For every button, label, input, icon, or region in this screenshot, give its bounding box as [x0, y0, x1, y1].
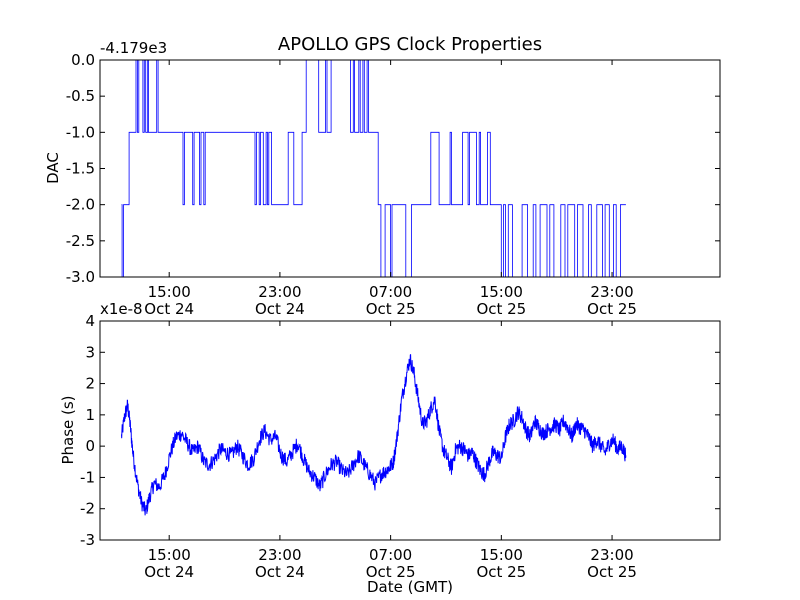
dac-data-line — [121, 59, 626, 278]
phase-ylabel: Phase (s) — [59, 395, 77, 464]
dac-xtick-label-date: Oct 25 — [476, 300, 526, 318]
phase-ytick-label: -2 — [80, 500, 95, 518]
phase-xtick-label-date: Oct 25 — [587, 563, 637, 581]
dac-ytick-label: -1.0 — [66, 123, 95, 141]
dac-xtick-label-time: 23:00 — [590, 283, 633, 301]
phase-xtick-label-date: Oct 25 — [476, 563, 526, 581]
phase-xtick-label-date: Oct 24 — [144, 563, 194, 581]
dac-xtick-label-date: Oct 24 — [144, 300, 194, 318]
dac-xtick-label-date: Oct 24 — [255, 300, 305, 318]
dac-series-line — [121, 59, 626, 278]
phase-axes-frame — [99, 320, 721, 541]
dac-ylabel: DAC — [44, 152, 62, 184]
phase-ytick-label: 0 — [85, 437, 95, 455]
chart-title: APOLLO GPS Clock Properties — [278, 34, 542, 55]
dac-xtick-label-time: 07:00 — [369, 283, 412, 301]
dac-ytick-label: -1.5 — [66, 160, 95, 178]
phase-xtick-label-time: 15:00 — [148, 546, 191, 564]
phase-data-line — [121, 354, 627, 516]
phase-ytick-label: 3 — [85, 343, 95, 361]
phase-subplot: 43210-1-2-315:00Oct 2423:00Oct 2407:00Oc… — [59, 300, 721, 581]
dac-xtick-label-time: 15:00 — [480, 283, 523, 301]
phase-ytick-label: -1 — [80, 468, 95, 486]
dac-subplot: 0.0-0.5-1.0-1.5-2.0-2.5-3.015:00Oct 2423… — [44, 39, 721, 318]
x-axis-label: Date (GMT) — [367, 578, 453, 596]
figure-canvas: APOLLO GPS Clock Properties 0.0 -0.5 -1.0 -… — [44, 34, 721, 596]
dac-ytick-label: -3.0 — [66, 268, 95, 286]
phase-xtick-label-time: 15:00 — [480, 546, 523, 564]
dac-ytick-label: -0.5 — [66, 87, 95, 105]
dac-xtick-label-date: Oct 25 — [587, 300, 637, 318]
phase-ytick-label: -3 — [80, 531, 95, 549]
phase-offset-text: x1e-8 — [100, 300, 143, 318]
phase-xtick-label-time: 23:00 — [590, 546, 633, 564]
dac-xtick-label-time: 23:00 — [258, 283, 301, 301]
dac-ytick-label: -2.0 — [66, 196, 95, 214]
phase-ytick-label: 4 — [85, 312, 95, 330]
phase-xtick-label-time: 23:00 — [258, 546, 301, 564]
dac-xtick-label-time: 15:00 — [148, 283, 191, 301]
phase-ytick-label: 1 — [85, 406, 95, 424]
phase-ytick-label: 2 — [85, 375, 95, 393]
phase-xtick-label-date: Oct 24 — [255, 563, 305, 581]
phase-xtick-label-time: 07:00 — [369, 546, 412, 564]
dac-xtick-label-date: Oct 25 — [366, 300, 416, 318]
dac-ytick-label: -2.5 — [66, 232, 95, 250]
phase-series-line — [121, 354, 627, 516]
dac-ytick-label: 0.0 — [71, 51, 95, 69]
dac-offset-text: -4.179e3 — [100, 39, 167, 57]
dac-axis-ticks: 0.0-0.5-1.0-1.5-2.0-2.5-3.015:00Oct 2423… — [66, 51, 720, 318]
